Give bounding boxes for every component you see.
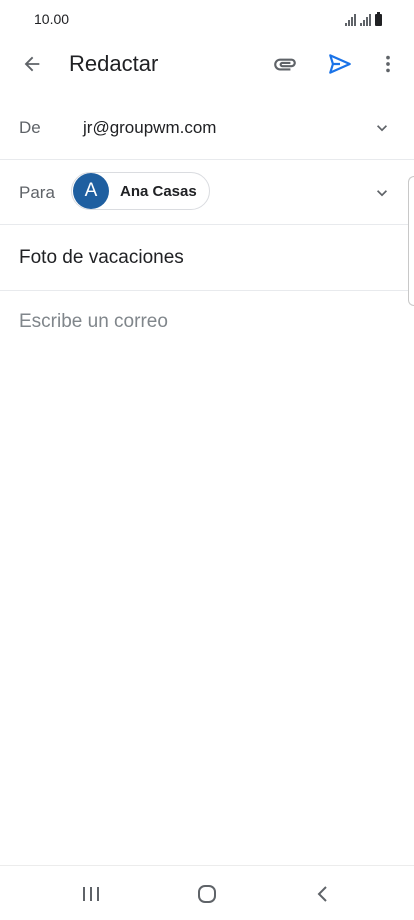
navigation-bar (0, 865, 414, 920)
recipient-chip[interactable]: A Ana Casas (71, 172, 210, 210)
from-account[interactable]: jr@groupwm.com (83, 118, 216, 138)
status-time: 10.00 (34, 11, 70, 27)
back-button[interactable] (16, 48, 48, 80)
to-row: Para A Ana Casas (0, 160, 414, 225)
arrow-back-icon (24, 56, 40, 72)
chevron-down-icon (377, 125, 387, 132)
subject-row (0, 225, 414, 291)
from-row: De jr@groupwm.com (0, 96, 414, 160)
status-bar: 10.00 (0, 0, 414, 40)
compose-screen: 10.00 Redactar De jr@groupwm.com Para A … (0, 0, 414, 920)
recents-icon (83, 887, 99, 901)
paperclip-icon (274, 58, 296, 71)
home-icon (198, 885, 216, 903)
scroll-handle[interactable] (408, 176, 414, 306)
page-title: Redactar (69, 51, 159, 76)
nav-back-button[interactable] (307, 880, 339, 908)
to-label: Para (19, 183, 55, 202)
attach-button[interactable] (268, 48, 302, 80)
more-options-button[interactable] (372, 48, 404, 80)
signal-icon (345, 14, 356, 26)
recents-button[interactable] (75, 880, 107, 908)
send-button[interactable] (324, 48, 356, 80)
chevron-left-icon (317, 886, 327, 902)
more-vert-icon (386, 55, 390, 73)
to-expand-button[interactable] (372, 183, 392, 203)
app-bar: Redactar (0, 40, 414, 86)
recipient-name: Ana Casas (120, 182, 197, 200)
body-input[interactable] (19, 310, 389, 810)
from-label: De (19, 118, 41, 137)
avatar: A (73, 173, 109, 209)
battery-icon (375, 12, 382, 26)
chevron-down-icon (377, 190, 387, 197)
subject-input[interactable] (19, 247, 379, 269)
home-button[interactable] (191, 880, 223, 908)
send-icon (329, 54, 351, 74)
status-icons (345, 12, 382, 26)
from-expand-button[interactable] (372, 118, 392, 138)
signal-icon (360, 14, 371, 26)
